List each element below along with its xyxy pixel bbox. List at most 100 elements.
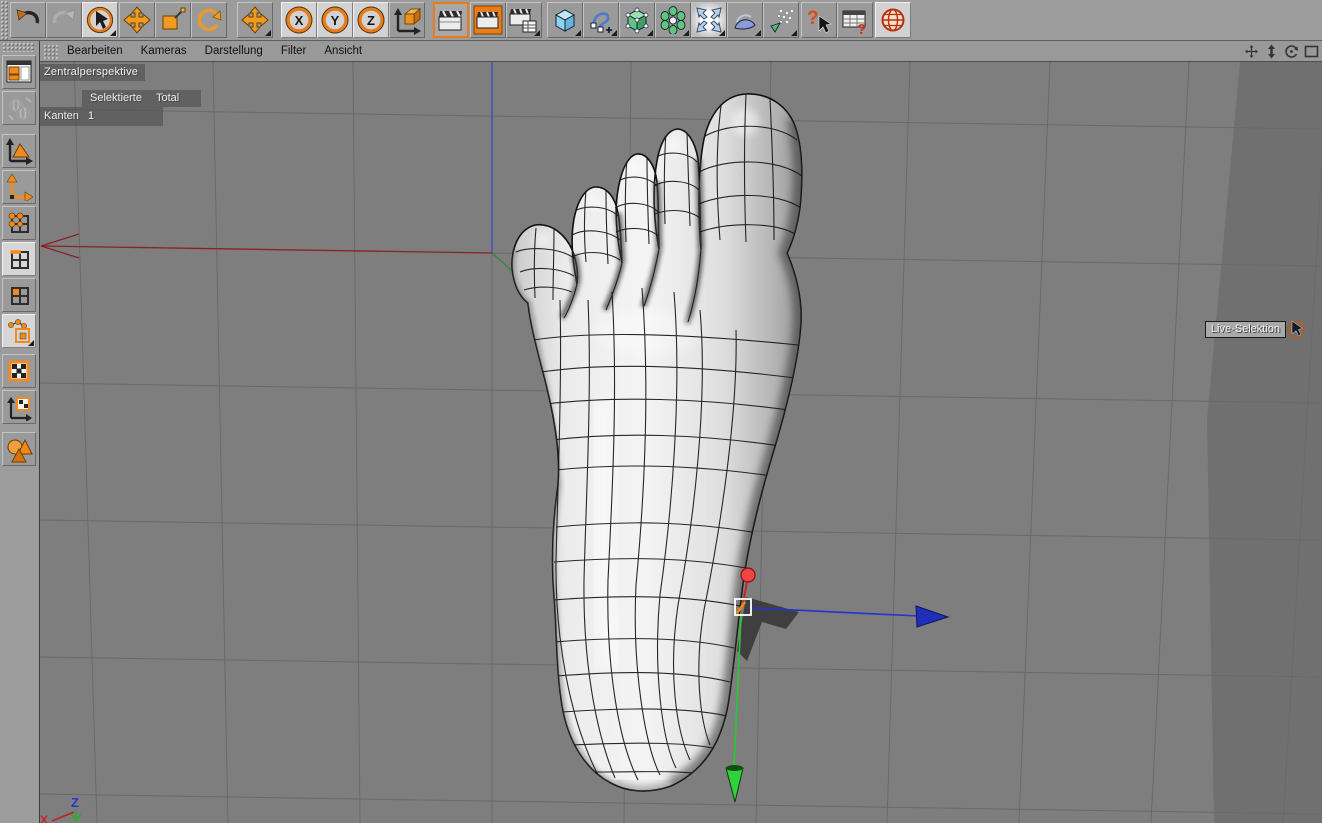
scale-icon	[162, 7, 186, 30]
texture-axis-icon	[7, 397, 32, 421]
flyout-corner	[755, 30, 761, 36]
model-mode-icon	[6, 138, 33, 165]
add-particles-button[interactable]	[763, 2, 799, 38]
model-mode-button[interactable]	[2, 134, 36, 168]
main-toolbar: X Y Z ? ?	[0, 0, 1322, 41]
menu-darstellung[interactable]: Darstellung	[205, 45, 263, 57]
viewport-zoom-icon[interactable]	[1264, 44, 1279, 59]
x-axis-icon: X	[285, 6, 313, 34]
flyout-corner	[791, 30, 797, 36]
axis-hud-z-label: Z	[71, 795, 79, 810]
edge-mode-icon	[10, 250, 29, 269]
undo-button[interactable]	[10, 2, 46, 38]
help-browser-button[interactable]: ?	[837, 2, 873, 38]
globe-icon	[881, 8, 905, 32]
undo-icon	[16, 9, 40, 24]
perspective-viewport[interactable]: Z X Zentralperspektive Selektierte Total …	[40, 62, 1322, 823]
add-deformer-button[interactable]	[691, 2, 727, 38]
web-button[interactable]	[875, 2, 911, 38]
selection-info-overlay: Selektierte Total Kanten 1	[40, 90, 202, 126]
gizmo-y-cone-cap	[726, 765, 743, 771]
render-settings-button[interactable]	[506, 2, 542, 38]
lock-y-button[interactable]: Y	[317, 2, 353, 38]
help-cursor-icon: ?	[807, 8, 832, 34]
viewport-menubar: Bearbeiten Kameras Darstellung Filter An…	[40, 40, 1322, 62]
flyout-corner	[611, 30, 617, 36]
add-environment-button[interactable]	[727, 2, 763, 38]
texture-mode-button[interactable]	[2, 354, 36, 388]
live-selection-cursor-icon	[1287, 320, 1305, 338]
viewport-menu-handle[interactable]	[43, 44, 58, 59]
add-generator-button[interactable]	[619, 2, 655, 38]
mode-sidebar	[0, 40, 40, 823]
rotate-icon	[197, 8, 222, 32]
scale-tool-button[interactable]	[155, 2, 191, 38]
sidebar-drag-handle[interactable]	[2, 42, 34, 52]
polygon-mode-icon	[11, 287, 29, 305]
y-axis-icon: Y	[321, 6, 349, 34]
add-spline-button[interactable]	[583, 2, 619, 38]
flyout-corner	[534, 30, 540, 36]
tool-tooltip: Live-Selektion	[1204, 318, 1306, 340]
render-picture-viewer-button[interactable]	[470, 2, 506, 38]
menu-filter[interactable]: Filter	[281, 45, 307, 57]
viewport-maximize-icon[interactable]	[1304, 44, 1319, 59]
selection-filter-button[interactable]	[2, 314, 36, 348]
flyout-corner	[647, 30, 653, 36]
svg-text:Y: Y	[331, 13, 340, 28]
layout-manager-icon	[6, 60, 32, 83]
z-axis-icon: Z	[357, 6, 385, 34]
svg-text:X: X	[295, 13, 304, 28]
point-mode-icon	[8, 212, 29, 233]
render-picture-viewer-icon	[473, 5, 503, 35]
redo-icon	[52, 9, 76, 24]
viewport-pan-icon[interactable]	[1244, 44, 1259, 59]
viewport-rotate-icon[interactable]	[1284, 44, 1299, 59]
add-primitive-button[interactable]	[547, 2, 583, 38]
live-selection-button[interactable]	[82, 2, 118, 38]
lock-x-button[interactable]: X	[281, 2, 317, 38]
make-editable-button[interactable]	[2, 432, 36, 466]
menu-kameras[interactable]: Kameras	[141, 45, 187, 57]
edge-mode-button[interactable]	[2, 242, 36, 276]
flyout-corner	[683, 30, 689, 36]
menu-ansicht[interactable]: Ansicht	[324, 45, 362, 57]
layout-manager-button[interactable]	[2, 55, 36, 89]
object-axis-icon	[6, 173, 33, 201]
make-editable-icon	[7, 438, 33, 463]
coordinate-system-button[interactable]	[389, 2, 425, 38]
flyout-corner	[110, 30, 116, 36]
axis-hud-x-label: X	[40, 813, 48, 823]
3d-scene: Z X	[40, 62, 1322, 823]
point-mode-button[interactable]	[2, 206, 36, 240]
rotate-tool-button[interactable]	[191, 2, 227, 38]
gizmo-x-handle[interactable]	[740, 567, 756, 583]
world-coordinates-button	[2, 91, 36, 125]
render-view-icon	[438, 10, 462, 31]
selection-info-row-label: Kanten	[44, 110, 79, 122]
object-axis-mode-button[interactable]	[2, 170, 36, 204]
active-tool-button[interactable]	[237, 2, 273, 38]
add-modeling-object-button[interactable]	[655, 2, 691, 38]
menu-bearbeiten[interactable]: Bearbeiten	[67, 45, 123, 57]
selection-info-row: Kanten 1	[40, 107, 163, 126]
redo-button	[46, 2, 82, 38]
move-icon	[123, 6, 151, 34]
viewport-title[interactable]: Zentralperspektive	[40, 64, 146, 81]
svg-text:Z: Z	[367, 13, 375, 28]
polygon-mode-button[interactable]	[2, 278, 36, 312]
texture-axis-mode-button[interactable]	[2, 390, 36, 424]
lock-z-button[interactable]: Z	[353, 2, 389, 38]
render-view-button[interactable]	[433, 2, 469, 38]
selection-info-row-value: 1	[88, 110, 95, 122]
flyout-corner	[28, 340, 34, 346]
svg-text:?: ?	[807, 8, 819, 29]
coordinate-cube-icon	[394, 8, 422, 35]
flyout-corner	[719, 30, 725, 36]
toolbar-drag-handle[interactable]	[0, 0, 9, 40]
tooltip-label: Live-Selektion	[1204, 320, 1286, 338]
selection-info-header-total: Total	[155, 92, 180, 104]
help-button[interactable]: ?	[801, 2, 837, 38]
world-globe-icon	[8, 97, 32, 121]
move-tool-button[interactable]	[119, 2, 155, 38]
